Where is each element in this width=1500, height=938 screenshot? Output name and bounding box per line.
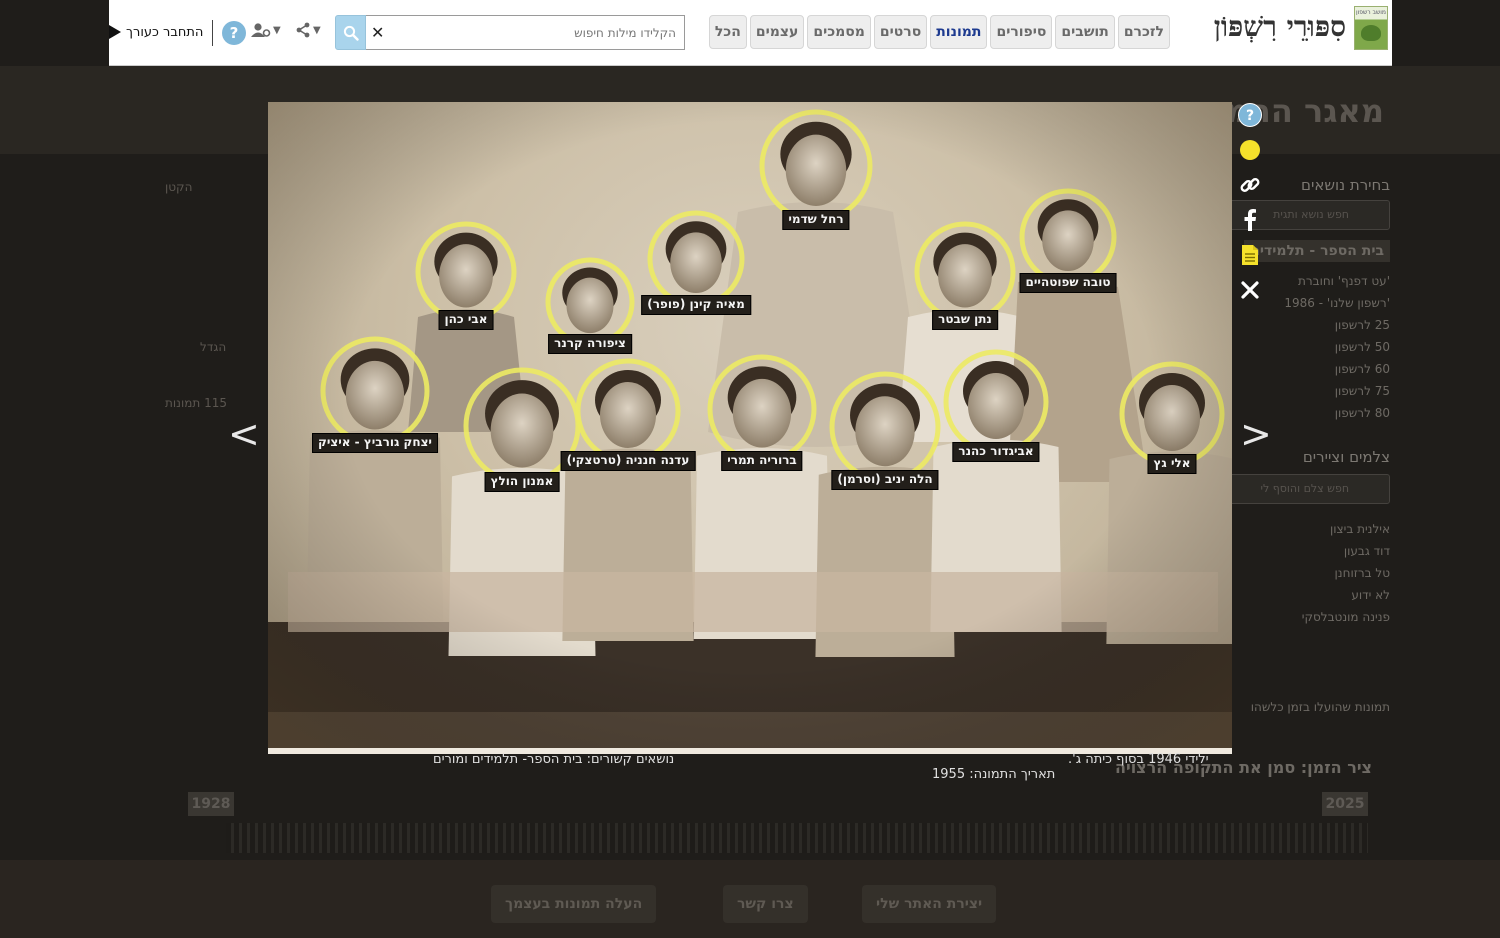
selected-topic-tag[interactable]: בית הספר - תלמידים — [1244, 240, 1390, 262]
face-name-label[interactable]: עדנה חנניה (טרטצקי) — [560, 451, 696, 471]
help-tool-button[interactable]: ? — [1237, 102, 1263, 128]
svg-text:?: ? — [1246, 108, 1254, 124]
top-navigation-bar: מושב רשפון סִפּוּרֵי רִשְׁפּוֹן לזכרם תוש… — [109, 0, 1392, 66]
nav-tab[interactable]: סרטים — [873, 15, 928, 49]
face-name-label[interactable]: אביגדור כהנר — [952, 442, 1040, 462]
login-arrow-icon[interactable] — [109, 25, 121, 39]
document-icon — [1242, 245, 1258, 265]
yellow-dot-icon — [1240, 140, 1260, 160]
face-name-label[interactable]: טובה שפוטהיים — [1019, 273, 1117, 293]
chevron-down-icon: ▼ — [313, 24, 321, 36]
lightbox-toolbar: ? — [1237, 102, 1263, 312]
site-title[interactable]: סִפּוּרֵי רִשְׁפּוֹן — [1214, 10, 1346, 44]
face-name-label[interactable]: נתן שבטר — [932, 310, 998, 330]
editor-login-link[interactable]: התחבר כעורך — [126, 25, 203, 40]
face-name-label[interactable]: רחל שדמי — [782, 210, 850, 230]
site-logo[interactable]: מושב רשפון — [1354, 6, 1388, 50]
facebook-icon — [1244, 209, 1256, 231]
highlight-faces-button[interactable] — [1237, 137, 1263, 163]
link-icon — [1240, 178, 1260, 192]
clear-search-icon[interactable]: ✕ — [371, 23, 384, 42]
nav-tab[interactable]: תושבים — [1055, 15, 1115, 49]
create-site-button[interactable]: יצירת האתר שלי — [862, 885, 997, 923]
face-name-label[interactable]: אמנון הולץ — [484, 472, 560, 492]
chevron-down-icon: ▼ — [273, 24, 281, 36]
photo-description: ילידי 1946 בסוף כיתה ג'. — [1068, 752, 1209, 767]
face-name-label[interactable]: אבי כהן — [438, 310, 494, 330]
search-input[interactable] — [366, 15, 685, 50]
share-icon — [296, 22, 310, 38]
upload-photos-button[interactable]: העלה תמונות בעצמך — [491, 885, 657, 923]
contact-button[interactable]: צרו קשר — [723, 885, 808, 923]
nav-tabs: לזכרם תושבים סיפורים תמונות סרטים מסמכים עצמים… — [708, 15, 1170, 49]
user-menu[interactable]: ▼ — [251, 22, 281, 38]
nav-tab[interactable]: תמונות — [930, 15, 988, 49]
lightbox-photo[interactable]: רחל שדמי טובה שפוטהיים אבי כהן מאיה קינן (פ… — [268, 102, 1232, 754]
nav-tab[interactable]: לזכרם — [1117, 15, 1170, 49]
search-icon — [343, 25, 359, 41]
timeline-bar[interactable] — [226, 823, 1368, 853]
next-photo-button[interactable]: > — [1240, 412, 1272, 456]
facebook-share-button[interactable] — [1237, 207, 1263, 233]
copy-link-button[interactable] — [1237, 172, 1263, 198]
document-button[interactable] — [1237, 242, 1263, 268]
zoom-in-label[interactable]: הגדל — [200, 340, 226, 354]
timeline-start-year: 1928 — [188, 792, 234, 816]
search-box: ✕ — [335, 15, 685, 50]
face-name-label[interactable]: מאיה קינן (פופר) — [641, 295, 751, 315]
face-name-label[interactable]: יצחק גורביץ - איציק — [312, 433, 438, 453]
search-button[interactable] — [335, 15, 366, 50]
face-name-label[interactable]: אלי גץ — [1147, 454, 1197, 474]
user-settings-icon — [251, 23, 271, 37]
share-menu[interactable]: ▼ — [295, 22, 321, 38]
timeline-end-year: 2025 — [1322, 792, 1368, 816]
nav-tab[interactable]: הכל — [708, 15, 747, 49]
photo-date: תאריך התמונה: 1955 — [932, 767, 1056, 782]
close-lightbox-button[interactable] — [1237, 277, 1263, 303]
face-name-label[interactable]: ברוריה תמרי — [721, 451, 803, 471]
vignette-shape — [268, 102, 1232, 748]
photo-count: 115 תמונות — [165, 396, 227, 410]
nav-tab[interactable]: עצמים — [749, 15, 805, 49]
face-name-label[interactable]: ציפורה קרנר — [548, 334, 632, 354]
face-name-label[interactable]: הלה יניב (וסרמן) — [831, 470, 939, 490]
close-icon — [1241, 281, 1259, 299]
help-button[interactable]: ? — [222, 21, 246, 45]
zoom-out-label[interactable]: הקטן — [165, 180, 192, 194]
related-topics[interactable]: נושאים קשורים: בית הספר- תלמידים ומורים — [433, 752, 674, 767]
nav-tab[interactable]: מסמכים — [807, 15, 871, 49]
previous-photo-button[interactable]: < — [228, 412, 260, 456]
photo-drawing — [268, 102, 1232, 748]
nav-tab[interactable]: סיפורים — [990, 15, 1053, 49]
divider — [212, 20, 213, 46]
help-icon: ? — [1238, 103, 1262, 127]
